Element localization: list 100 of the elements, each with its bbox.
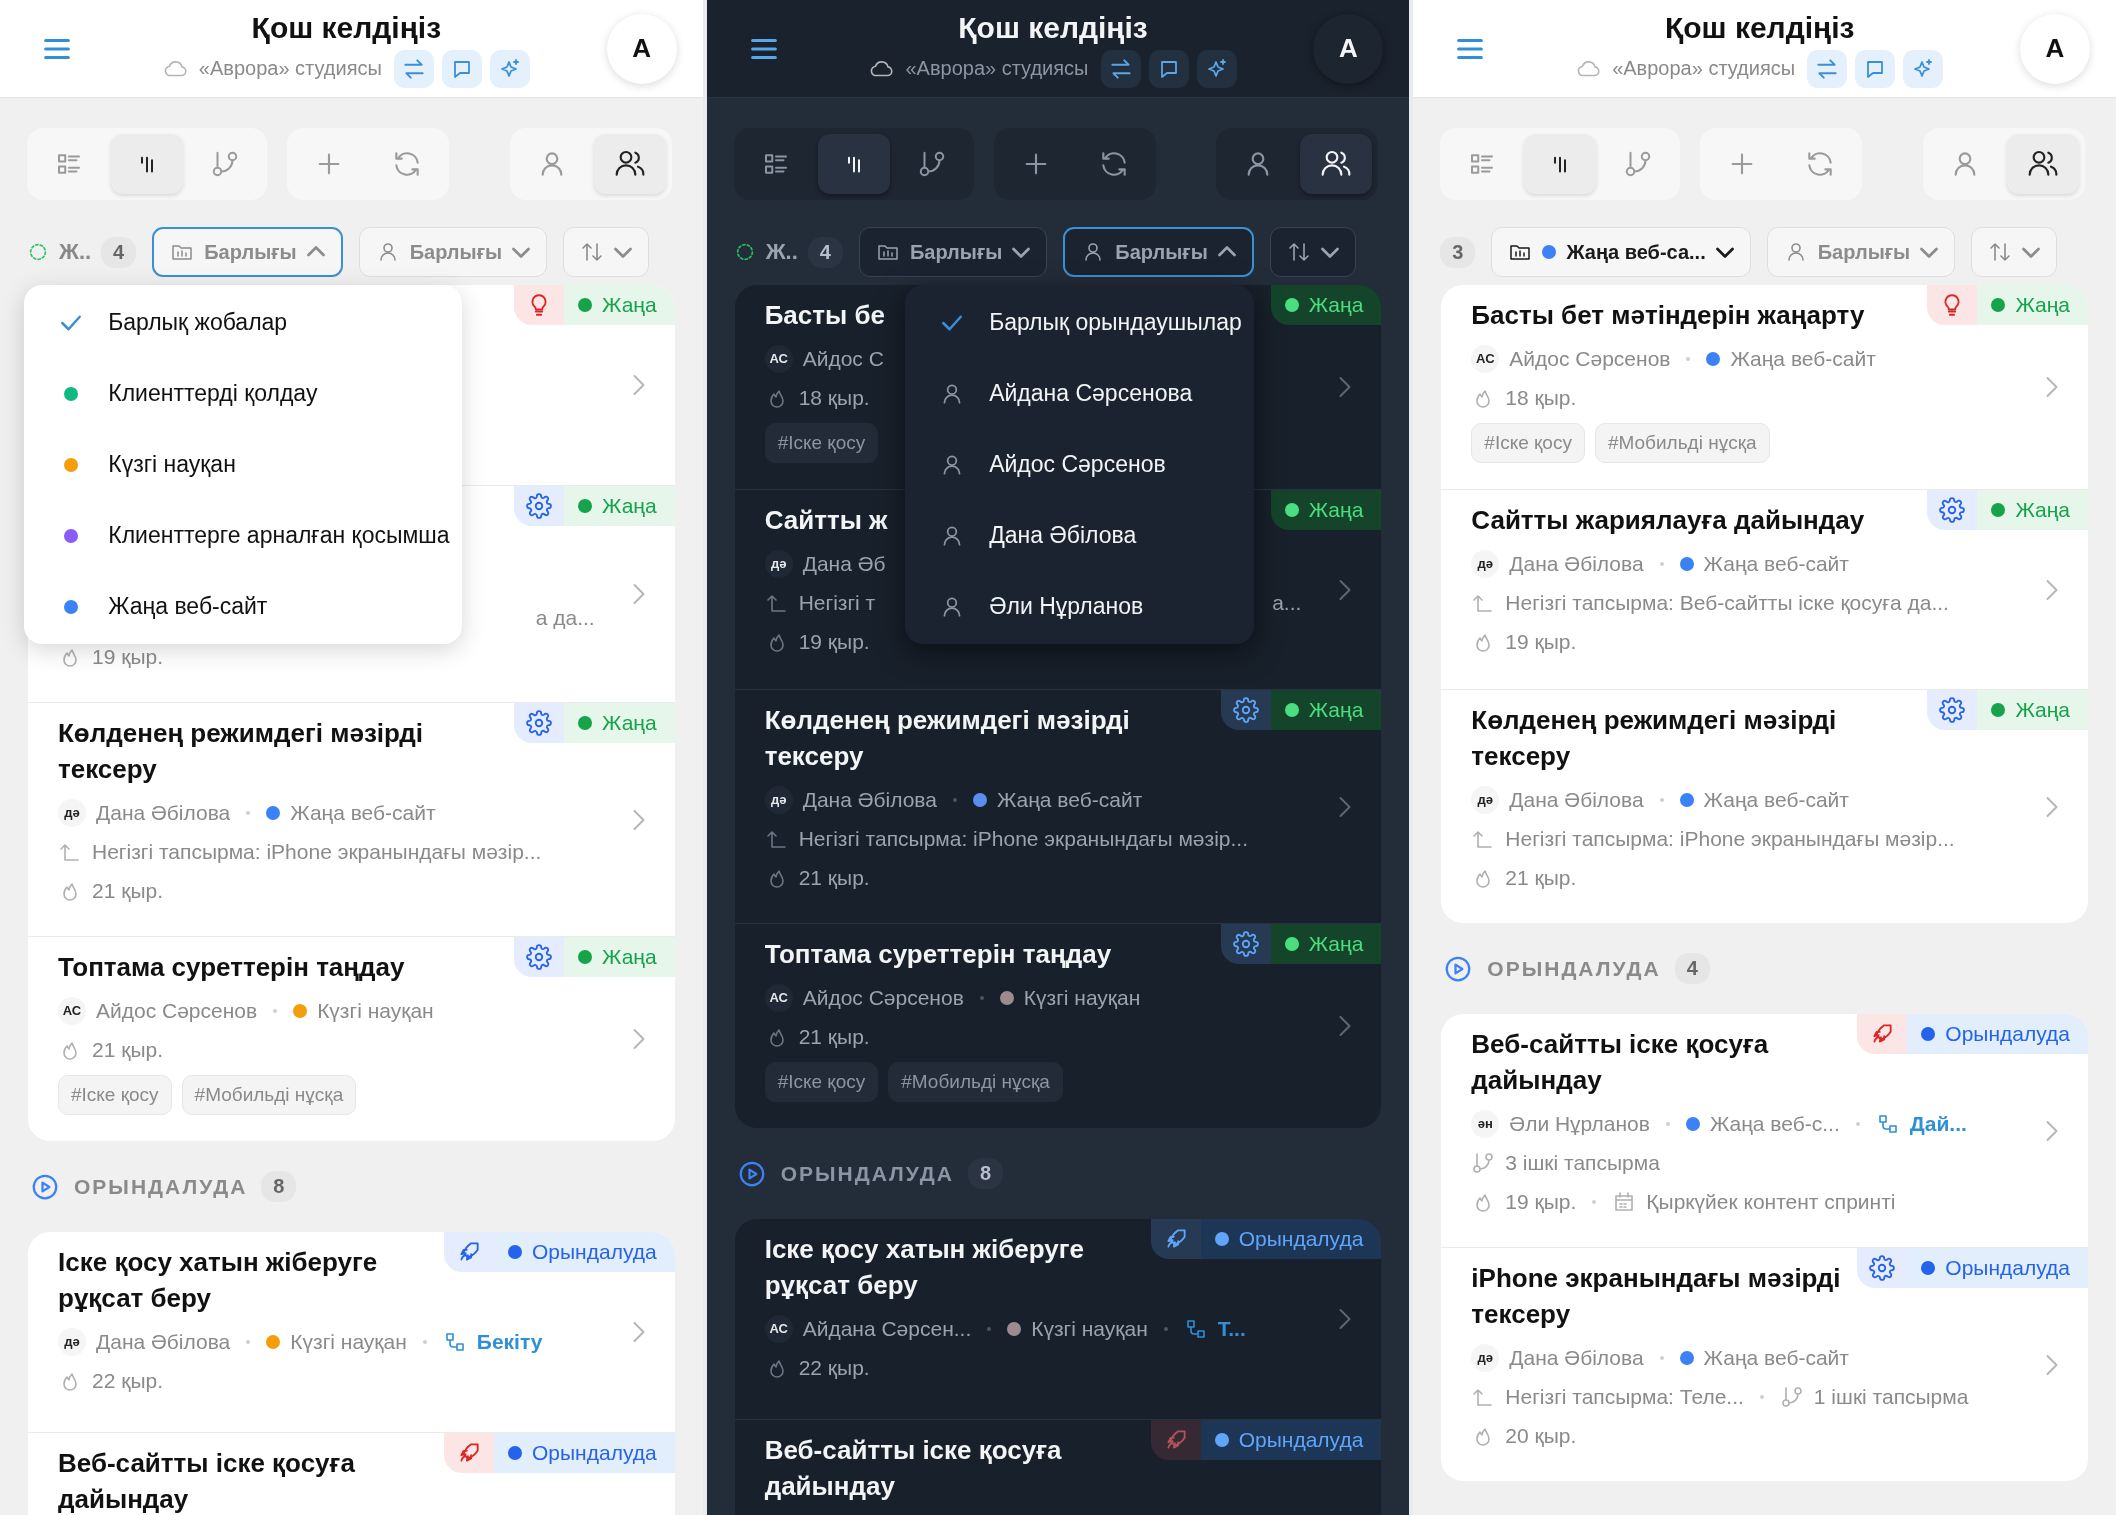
chevron-right-icon	[632, 808, 645, 831]
project-filter[interactable]: Барлығы	[858, 227, 1048, 277]
avatar-initials: дә	[764, 549, 793, 578]
count-pill: 8	[261, 1171, 297, 1202]
task-title: Веб-сайтты іске қосуға дайындау	[764, 1434, 1063, 1503]
chat-button[interactable]	[1855, 49, 1896, 88]
status-dot-icon	[578, 499, 593, 513]
section-title: ОРЫНДАЛУДА	[74, 1174, 248, 1199]
sync-button[interactable]	[1807, 49, 1848, 88]
assignee-name: Дана Әбілова	[802, 787, 937, 812]
menu-item[interactable]: Жаңа веб-сайт	[24, 571, 462, 642]
status-label: Жаңа	[1308, 932, 1364, 956]
sparkle-button[interactable]	[1903, 49, 1944, 88]
clipped-text: а да...	[535, 605, 595, 630]
assignee-filter[interactable]: Барлығы	[358, 227, 548, 277]
task-title: Топтама суреттерін таңдау	[58, 951, 405, 984]
sync-button[interactable]	[1100, 49, 1141, 88]
project-name: Күзгі науқан	[317, 998, 434, 1023]
task-title: Іске қосу хатын жіберуге рұқсат беру	[764, 1233, 1085, 1302]
tag-chip[interactable]: #Іске қосу	[764, 1062, 879, 1102]
profile-avatar[interactable]: А	[1313, 13, 1384, 84]
status-label: Орындалуда	[1238, 1227, 1364, 1251]
menu-item[interactable]: Барлық орындаушылар	[905, 287, 1254, 358]
status-dot-icon	[1921, 1261, 1936, 1275]
chevron-right-icon	[2046, 1119, 2058, 1142]
task-title: Топтама суреттерін таңдау	[764, 938, 1112, 971]
profile-avatar[interactable]: А	[606, 13, 677, 84]
subtask-count: 1 ішкі тапсырма	[1813, 1384, 1969, 1409]
project-filter[interactable]: Жаңа веб-са...	[1491, 227, 1751, 277]
team-tasks-button[interactable]	[1300, 134, 1373, 194]
sparkle-button[interactable]	[489, 49, 530, 88]
chat-button[interactable]	[1148, 49, 1189, 88]
due-date: 19 қыр.	[1505, 1189, 1577, 1214]
assignee-name: Әли Нұрланов	[1509, 1111, 1650, 1136]
avatar-initials: АС	[764, 983, 793, 1012]
parent-task: Негізгі тапсырма: iPhone экранындағы мәзір...	[92, 839, 542, 864]
count-pill: 8	[967, 1158, 1004, 1189]
separator-dot	[1659, 1355, 1664, 1360]
avatar-initials: дә	[764, 785, 793, 814]
due-date: 21 қыр.	[92, 1037, 163, 1062]
workspace-name: «Аврора» студиясы	[198, 57, 382, 80]
avatar-initials: АС	[764, 344, 793, 373]
tag-chip[interactable]: #Іске қосу	[1471, 423, 1585, 463]
sync-button[interactable]	[393, 49, 434, 88]
menu-item[interactable]: Күзгі науқан	[24, 429, 462, 500]
menu-item[interactable]: Дана Әбілова	[905, 500, 1254, 571]
assignee-name: Айдос С	[802, 346, 884, 371]
menu-item[interactable]: Айдана Сәрсенова	[905, 358, 1254, 429]
project-name: Жаңа веб-сайт	[1703, 551, 1849, 576]
assignee-name: Дана Әбілова	[1509, 1345, 1644, 1370]
status-label: Орындалуда	[532, 1441, 657, 1465]
tag-chip[interactable]: #Іске қосу	[58, 1075, 172, 1115]
menu-item[interactable]: Клиенттерді қолдау	[24, 358, 462, 429]
project-filter[interactable]: Барлығы	[152, 227, 343, 277]
separator-dot	[273, 1008, 278, 1013]
tag-chip[interactable]: #Мобильді нұсқа	[888, 1062, 1063, 1102]
due-date: 18 қыр.	[798, 385, 870, 410]
tag-chip[interactable]: #Іске қосу	[764, 423, 879, 463]
avatar-initials: дә	[1471, 785, 1500, 814]
team-tasks-button[interactable]	[2007, 134, 2079, 194]
tag-chip[interactable]: #Мобильді нұсқа	[181, 1075, 357, 1115]
avatar-initials: ән	[1471, 1109, 1500, 1138]
menu-item[interactable]: Клиенттерге арналған қосымша	[24, 500, 462, 571]
status-dot-icon	[1991, 298, 2006, 312]
task-title: Веб-сайтты іске қосуға дайындау	[1471, 1028, 1770, 1097]
branch-icon	[210, 149, 240, 179]
status-group-label: Ж..	[59, 239, 92, 265]
project-name: Жаңа веб-с...	[1709, 1111, 1840, 1136]
branch-icon	[1779, 1384, 1804, 1409]
team-tasks-button[interactable]	[593, 134, 666, 194]
parent-task: Негізгі тапсырма: Веб-сайтты іске қосуға да...	[1505, 590, 1949, 615]
menu-item[interactable]: Айдос Сәрсенов	[905, 429, 1254, 500]
status-label: Жаңа	[2015, 293, 2070, 317]
count-pill: 4	[1674, 953, 1710, 984]
sort-button[interactable]	[1269, 227, 1356, 277]
due-date: 21 қыр.	[798, 865, 870, 890]
project-name: Жаңа веб-сайт	[290, 800, 436, 825]
assignee-filter[interactable]: Барлығы	[1063, 227, 1254, 277]
avatar-initials: дә	[1471, 549, 1500, 578]
project-name: Күзгі науқан	[1031, 1316, 1148, 1341]
status-label: Жаңа	[2015, 498, 2070, 522]
avatar-initials: дә	[58, 1327, 86, 1356]
status-dot-icon	[508, 1446, 522, 1460]
status-dot-icon	[1921, 1027, 1936, 1041]
assignee-filter[interactable]: Барлығы	[1766, 227, 1956, 277]
menu-item[interactable]: Әли Нұрланов	[905, 571, 1254, 642]
separator-dot	[246, 810, 251, 815]
separator-dot	[422, 1339, 427, 1344]
chat-button[interactable]	[441, 49, 482, 88]
separator-dot	[1686, 356, 1691, 361]
dependency-link[interactable]: Дай...	[1909, 1111, 1967, 1136]
tag-chip[interactable]: #Мобильді нұсқа	[1594, 423, 1770, 463]
project-name: Күзгі науқан	[290, 1329, 407, 1354]
dependency-link[interactable]: Т...	[1217, 1316, 1246, 1341]
dependency-link[interactable]: Бекіту	[476, 1329, 543, 1354]
menu-item[interactable]: Барлық жобалар	[24, 287, 462, 358]
sparkle-button[interactable]	[1196, 49, 1237, 88]
avatar-initials: дә	[58, 798, 86, 827]
profile-avatar[interactable]: А	[2020, 13, 2090, 84]
status-label: Жаңа	[2015, 698, 2070, 722]
